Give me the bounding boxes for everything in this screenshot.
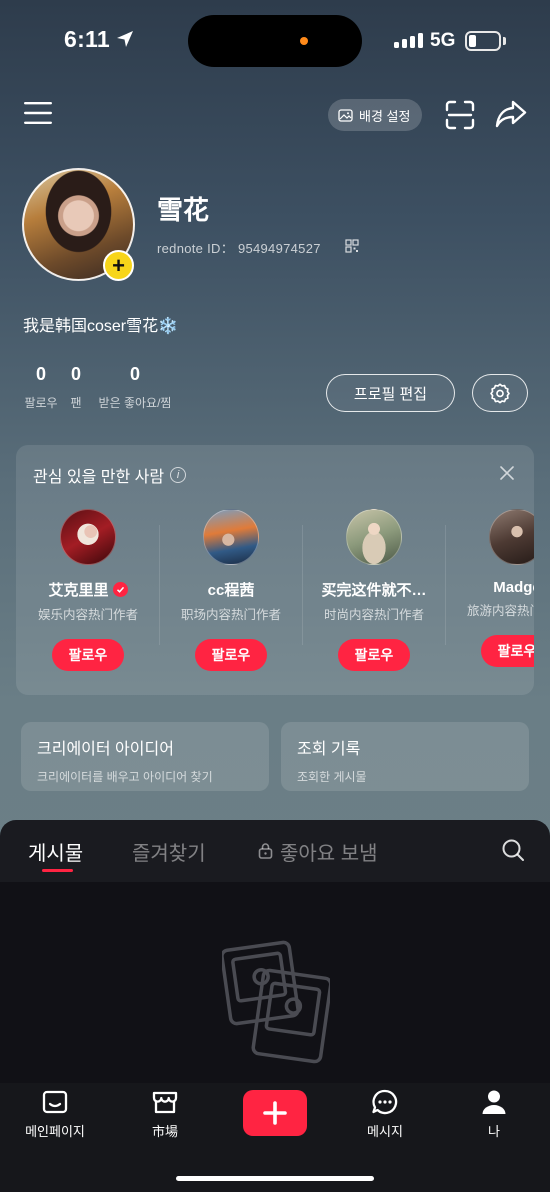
profile-bio: 我是韩国coser雪花❄️ <box>23 318 179 335</box>
suggested-users-header: 관심 있을 만한 사람 i <box>33 463 187 487</box>
home-indicator <box>176 1176 374 1181</box>
suggested-user-avatar[interactable] <box>346 509 402 565</box>
status-time: 6:11 <box>64 26 110 52</box>
tab-liked[interactable]: 좋아요 보냄 <box>280 837 378 866</box>
create-post-button[interactable] <box>243 1090 307 1136</box>
follow-button[interactable]: 팔로우 <box>195 639 267 671</box>
scan-icon[interactable] <box>444 99 476 131</box>
suggested-user-desc: 娱乐内容热门作者 <box>37 608 138 622</box>
profile-id-label: rednote ID： <box>157 241 235 256</box>
profile-id-value: 95494974527 <box>237 241 321 256</box>
qr-code-icon[interactable] <box>345 239 359 253</box>
share-icon[interactable] <box>494 98 528 130</box>
suggested-user-desc: 职场内容热门作者 <box>180 608 281 622</box>
suggested-user-name-row: cc程茜 <box>159 579 303 600</box>
info-icon[interactable]: i <box>170 467 187 483</box>
settings-button[interactable] <box>472 374 528 412</box>
image-icon <box>338 108 353 122</box>
empty-photos-icon <box>222 940 330 1064</box>
suggested-user-name-row: 买完这件就不… <box>302 579 446 600</box>
search-icon[interactable] <box>501 838 525 862</box>
stat-fans-label: 팬 <box>70 396 82 410</box>
follow-button[interactable]: 팔로우 <box>481 635 534 667</box>
cellular-signal-icon <box>394 33 423 48</box>
background-settings-label: 배경 설정 <box>359 108 411 124</box>
suggested-user-avatar[interactable] <box>60 509 116 565</box>
suggested-user[interactable]: cc程茜 职场内容热门作者 팔로우 <box>159 509 303 671</box>
nav-messages-label: 메시지 <box>367 1124 403 1139</box>
stat-following-label: 팔로우 <box>24 396 58 410</box>
battery-tip <box>503 37 506 45</box>
suggested-user-desc: 旅游内容热门作者 <box>466 604 534 618</box>
tab-favorites[interactable]: 즐겨찾기 <box>132 837 206 866</box>
add-avatar-icon[interactable]: + <box>103 250 134 281</box>
message-icon <box>372 1089 398 1115</box>
location-arrow-icon <box>117 31 133 47</box>
background-settings-button[interactable]: 배경 설정 <box>328 99 423 131</box>
suggested-user[interactable]: Madge 旅游内容热门作者 팔로우 <box>445 509 534 667</box>
privacy-indicator-icon <box>300 37 308 45</box>
gear-icon <box>490 383 510 404</box>
battery-icon <box>465 31 501 51</box>
store-icon <box>152 1091 178 1114</box>
stat-fans-value: 0 <box>70 364 81 384</box>
view-history-subtitle: 조회한 게시물 <box>297 770 367 784</box>
stat-likes-label: 받은 좋아요/찜 <box>98 396 172 410</box>
suggested-user-name: 买完这件就不… <box>321 582 427 599</box>
suggested-users-card: 관심 있을 만한 사람 i 艾克里里 娱乐内容热门作者 팔로우 cc程茜 职场内… <box>16 445 534 695</box>
edit-profile-button[interactable]: 프로필 편집 <box>326 374 455 412</box>
stat-likes-value: 0 <box>129 364 140 384</box>
stat-fans[interactable]: 0 팬 <box>64 364 88 411</box>
creator-ideas-card[interactable]: 크리에이터 아이디어 크리에이터를 배우고 아이디어 찾기 <box>21 722 269 791</box>
follow-button[interactable]: 팔로우 <box>52 639 124 671</box>
nav-market-label: 市場 <box>151 1124 178 1139</box>
tab-posts[interactable]: 게시물 <box>28 837 83 866</box>
suggested-user[interactable]: 艾克里里 娱乐内容热门作者 팔로우 <box>16 509 160 671</box>
stat-likes[interactable]: 0 받은 좋아요/찜 <box>92 364 178 411</box>
suggested-user-name-row: 艾克里里 <box>16 579 160 600</box>
nav-market[interactable]: 市場 <box>115 1087 215 1140</box>
nav-me[interactable]: 나 <box>444 1087 544 1140</box>
profile-name: 雪花 <box>157 195 210 225</box>
stat-following[interactable]: 0 팔로우 <box>22 364 60 411</box>
creator-ideas-subtitle: 크리에이터를 배우고 아이디어 찾기 <box>37 770 213 784</box>
nav-home-label: 메인페이지 <box>25 1124 85 1139</box>
suggested-user-name: Madge <box>493 579 534 596</box>
suggested-user-desc: 时尚内容热门作者 <box>323 608 424 622</box>
suggested-user-name-row: Madge <box>445 579 534 596</box>
user-icon <box>482 1090 506 1114</box>
suggested-user-name: 艾克里里 <box>48 582 109 599</box>
menu-icon[interactable] <box>24 100 52 126</box>
creator-ideas-title: 크리에이터 아이디어 <box>37 741 174 758</box>
nav-home[interactable]: 메인페이지 <box>5 1087 105 1140</box>
suggested-users-title: 관심 있을 만한 사람 <box>33 469 165 486</box>
view-history-card[interactable]: 조회 기록 조회한 게시물 <box>281 722 529 791</box>
dynamic-island <box>188 15 362 67</box>
nav-me-label: 나 <box>488 1124 500 1139</box>
suggested-user[interactable]: 买完这件就不… 时尚内容热门作者 팔로우 <box>302 509 446 671</box>
plus-icon <box>263 1101 287 1125</box>
lock-icon <box>258 843 273 859</box>
suggested-user-avatar[interactable] <box>203 509 259 565</box>
follow-button[interactable]: 팔로우 <box>338 639 410 671</box>
nav-messages[interactable]: 메시지 <box>335 1087 435 1140</box>
close-icon[interactable] <box>499 465 515 481</box>
suggested-user-avatar[interactable] <box>489 509 534 565</box>
profile-id: rednote ID： 95494974527 <box>157 238 321 257</box>
home-icon <box>42 1090 68 1114</box>
verified-badge-icon <box>112 582 128 597</box>
active-tab-indicator <box>42 869 73 872</box>
stat-following-value: 0 <box>35 364 46 384</box>
suggested-user-name: cc程茜 <box>207 582 255 599</box>
view-history-title: 조회 기록 <box>297 741 361 758</box>
network-type: 5G <box>430 30 456 51</box>
